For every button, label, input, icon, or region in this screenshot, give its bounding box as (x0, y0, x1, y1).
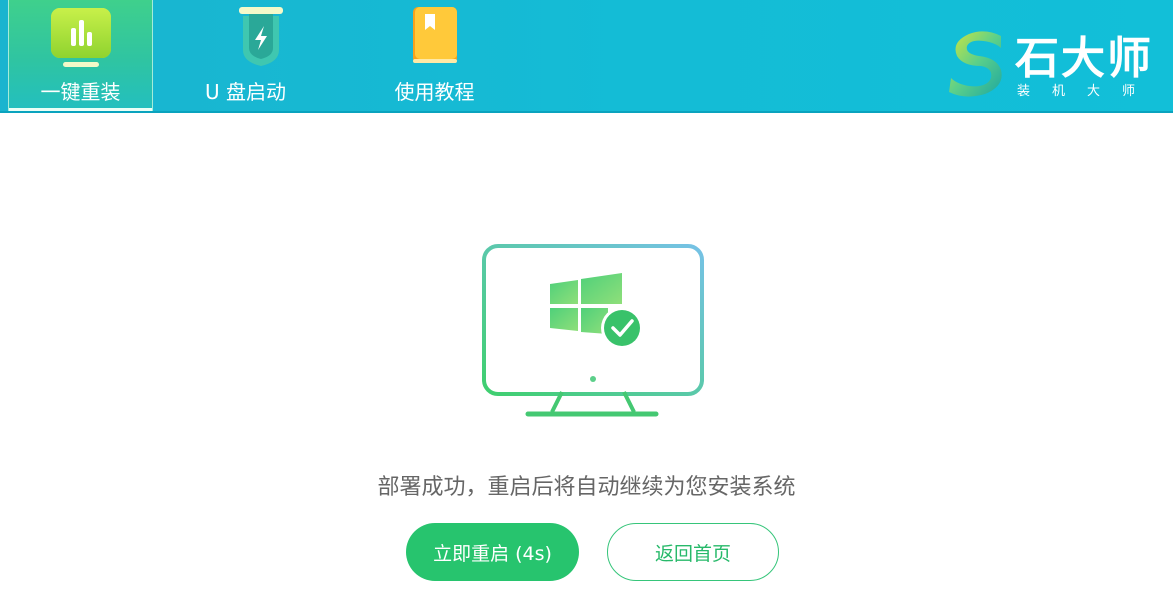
nav-label: 一键重装 (40, 80, 121, 104)
nav-tab-usb-boot[interactable]: U 盘启动 (188, 0, 333, 111)
nav-label: U 盘启动 (205, 80, 286, 104)
top-navigation-bar: 一键重装 U 盘启动 使用教程 石大师 装机大师 (0, 0, 1173, 113)
monitor-windows-check-icon (482, 244, 704, 417)
brand-logo: 石大师 装机大师 (941, 20, 1161, 100)
s-logo-icon (949, 31, 1002, 97)
brand-subtitle: 装机大师 (1017, 84, 1158, 99)
usb-drive-icon (238, 7, 283, 66)
book-icon (412, 7, 457, 63)
nav-label: 使用教程 (394, 80, 475, 104)
return-home-button[interactable]: 返回首页 (607, 523, 779, 581)
brand-title: 石大师 (1015, 33, 1153, 84)
bar-chart-icon (50, 8, 111, 67)
nav-tab-one-click-reinstall[interactable]: 一键重装 (8, 0, 153, 111)
restart-now-button[interactable]: 立即重启 (4s) (406, 523, 579, 581)
nav-tab-tutorial[interactable]: 使用教程 (362, 0, 507, 111)
status-message: 部署成功，重启后将自动继续为您安装系统 (377, 475, 796, 500)
